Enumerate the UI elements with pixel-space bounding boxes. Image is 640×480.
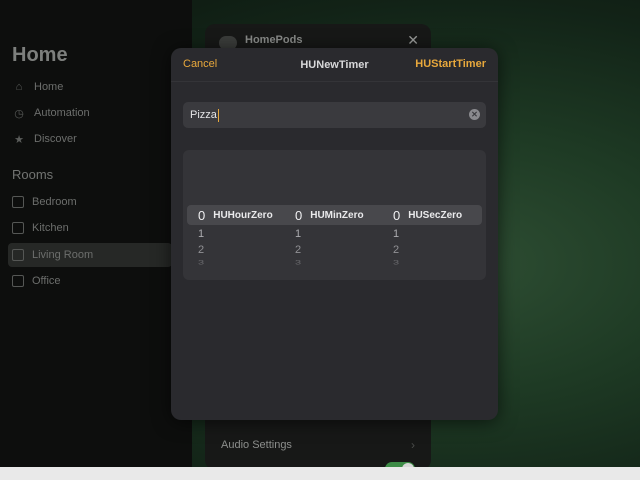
seconds-value: 0 bbox=[393, 207, 401, 223]
modal-header: Cancel HUNewTimer HUStartTimer bbox=[171, 48, 498, 82]
rooms-heading: Rooms bbox=[12, 167, 54, 182]
chevron-right-icon: › bbox=[411, 438, 415, 452]
hours-option[interactable]: 1 bbox=[198, 229, 204, 240]
minutes-wheel[interactable]: 0 HUMinZero 1 2 3 bbox=[284, 205, 382, 280]
new-timer-modal: Cancel HUNewTimer HUStartTimer Pizza ✕ 0… bbox=[171, 48, 498, 420]
hours-option[interactable]: 3 bbox=[198, 260, 204, 266]
seconds-option[interactable]: 1 bbox=[393, 229, 399, 240]
timer-name-input[interactable]: Pizza ✕ bbox=[183, 102, 486, 128]
seconds-selected: 0 HUSecZero bbox=[382, 205, 480, 225]
minutes-value: 0 bbox=[295, 207, 303, 223]
hours-selected: 0 HUHourZero bbox=[187, 205, 285, 225]
clock-check-icon: ◷ bbox=[14, 107, 24, 120]
room-icon bbox=[12, 275, 24, 287]
sidebar-item-label: Office bbox=[32, 275, 61, 287]
star-icon: ★ bbox=[14, 133, 24, 146]
house-icon: ⌂ bbox=[15, 81, 23, 93]
sidebar-item-kitchen[interactable]: Kitchen bbox=[8, 216, 172, 240]
sidebar: Home ⌂ Home ◷ Automation ★ Discover Room… bbox=[0, 0, 192, 480]
seconds-unit: HUSecZero bbox=[408, 209, 463, 221]
minutes-unit: HUMinZero bbox=[310, 209, 364, 221]
minutes-option[interactable]: 3 bbox=[295, 260, 301, 266]
sidebar-item-label: Kitchen bbox=[32, 222, 69, 234]
room-icon bbox=[12, 222, 24, 234]
seconds-option[interactable]: 2 bbox=[393, 245, 399, 256]
sidebar-item-office[interactable]: Office bbox=[8, 269, 172, 293]
audio-settings-row[interactable]: Audio Settings › bbox=[221, 434, 415, 456]
cancel-button[interactable]: Cancel bbox=[183, 58, 217, 70]
sidebar-title: Home bbox=[12, 44, 68, 66]
sidebar-item-label: Bedroom bbox=[32, 196, 77, 208]
room-icon bbox=[12, 249, 24, 261]
sidebar-item-label: Automation bbox=[34, 107, 90, 119]
timer-name-value: Pizza bbox=[190, 109, 217, 121]
hours-option[interactable]: 2 bbox=[198, 245, 204, 256]
clear-icon[interactable]: ✕ bbox=[469, 109, 480, 120]
sidebar-item-label: Living Room bbox=[32, 249, 94, 261]
minutes-selected: 0 HUMinZero bbox=[284, 205, 382, 225]
modal-title: HUNewTimer bbox=[300, 58, 369, 71]
homepods-title: HomePods bbox=[245, 34, 303, 46]
minutes-option[interactable]: 1 bbox=[295, 229, 301, 240]
bottom-bar bbox=[0, 467, 640, 480]
audio-settings-label: Audio Settings bbox=[221, 439, 292, 451]
sidebar-item-bedroom[interactable]: Bedroom bbox=[8, 190, 172, 214]
room-icon bbox=[12, 196, 24, 208]
hours-value: 0 bbox=[198, 207, 206, 223]
sidebar-item-living-room[interactable]: Living Room bbox=[8, 243, 172, 267]
seconds-wheel[interactable]: 0 HUSecZero 1 2 3 bbox=[382, 205, 480, 280]
minutes-option[interactable]: 2 bbox=[295, 245, 301, 256]
sidebar-item-label: Discover bbox=[34, 133, 77, 145]
sidebar-item-discover[interactable]: ★ Discover bbox=[8, 127, 172, 151]
close-icon[interactable]: ✕ bbox=[407, 32, 419, 49]
start-timer-button[interactable]: HUStartTimer bbox=[415, 58, 486, 70]
hours-wheel[interactable]: 0 HUHourZero 1 2 3 bbox=[187, 205, 285, 280]
sidebar-item-automation[interactable]: ◷ Automation bbox=[8, 101, 172, 125]
sidebar-item-label: Home bbox=[34, 81, 64, 93]
seconds-option[interactable]: 3 bbox=[393, 260, 399, 266]
sidebar-item-home[interactable]: ⌂ Home bbox=[8, 75, 172, 99]
duration-picker[interactable]: 0 HUHourZero 1 2 3 0 HUMinZero 1 2 3 0 H… bbox=[183, 150, 486, 280]
text-caret bbox=[217, 108, 219, 122]
hours-unit: HUHourZero bbox=[213, 209, 273, 221]
